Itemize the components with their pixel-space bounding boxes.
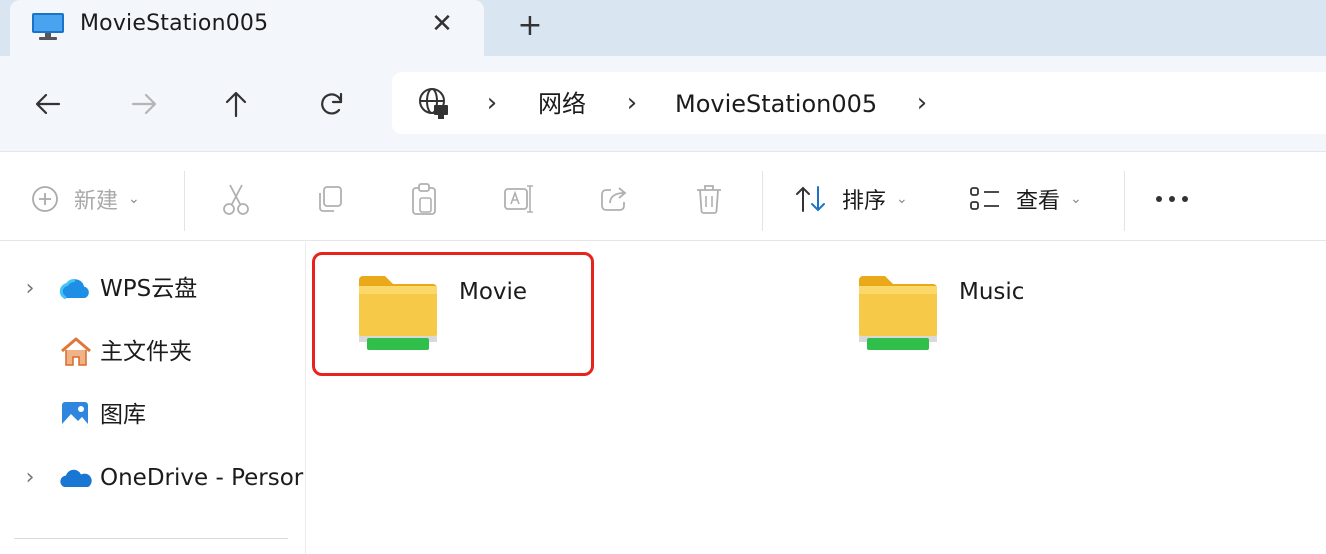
- network-folder-icon: [859, 276, 937, 350]
- clipboard-icon: [412, 183, 436, 215]
- breadcrumb-moviestation005[interactable]: MovieStation005: [675, 88, 877, 120]
- chevron-right-icon[interactable]: ›: [18, 463, 42, 493]
- monitor-icon: [32, 13, 64, 40]
- breadcrumb-chevron-icon[interactable]: ›: [910, 87, 934, 119]
- close-icon[interactable]: ✕: [426, 8, 458, 40]
- sidebar-item-gallery[interactable]: 图库: [0, 390, 305, 440]
- arrow-right-icon[interactable]: [126, 86, 162, 122]
- sidebar-item-label: OneDrive - Persor: [100, 465, 304, 491]
- cut-button[interactable]: [220, 181, 252, 217]
- onedrive-icon: [60, 469, 92, 487]
- plus-circle-icon: [32, 186, 58, 212]
- file-list: Movie Music: [307, 242, 1326, 554]
- network-globe-icon: [419, 88, 448, 119]
- gallery-icon: [62, 402, 88, 428]
- home-icon: [61, 337, 91, 366]
- new-label: 新建: [74, 189, 119, 214]
- breadcrumb-chevron-icon[interactable]: ›: [480, 87, 504, 119]
- toolbar-divider: [1124, 171, 1125, 231]
- sort-button[interactable]: 排序 ⌄: [794, 181, 908, 217]
- sidebar-item-wps-cloud[interactable]: › WPS云盘: [0, 264, 305, 314]
- sidebar-item-label: 图库: [100, 402, 146, 428]
- chevron-down-icon: ⌄: [896, 191, 908, 207]
- share-button[interactable]: [598, 181, 630, 217]
- folder-name: Music: [959, 279, 1025, 305]
- copy-button[interactable]: [314, 181, 346, 217]
- sidebar-divider: [14, 538, 288, 539]
- selection-highlight: [312, 252, 594, 376]
- toolbar-divider: [184, 171, 185, 231]
- chevron-down-icon: ⌄: [128, 191, 140, 207]
- rename-icon: [504, 185, 533, 213]
- navigation-bar: › 网络 › MovieStation005 ›: [0, 56, 1326, 152]
- tab-moviestation005[interactable]: MovieStation005 ✕: [10, 0, 484, 56]
- arrow-left-icon[interactable]: [30, 86, 66, 122]
- copy-icon: [319, 186, 342, 212]
- sidebar-item-label: WPS云盘: [100, 276, 198, 302]
- rename-button[interactable]: [502, 181, 536, 217]
- breadcrumb-network[interactable]: 网络: [538, 88, 586, 120]
- delete-button[interactable]: [694, 181, 724, 217]
- navigation-pane: › WPS云盘 主文件夹 图库 › OneDrive - Persor: [0, 242, 306, 554]
- more-icon[interactable]: [1154, 181, 1190, 217]
- chevron-right-icon[interactable]: ›: [18, 274, 42, 304]
- toolbar-divider: [762, 171, 763, 231]
- command-bar: 新建 ⌄ 排序 ⌄ 查看 ⌄: [0, 153, 1326, 241]
- plus-icon[interactable]: +: [512, 8, 548, 44]
- address-bar[interactable]: › 网络 › MovieStation005 ›: [392, 72, 1326, 134]
- share-icon: [601, 187, 627, 211]
- refresh-icon[interactable]: [314, 86, 350, 122]
- cloud-icon: [59, 279, 89, 300]
- scissors-icon: [223, 184, 249, 215]
- paste-button[interactable]: [408, 181, 440, 217]
- new-button[interactable]: 新建 ⌄: [30, 181, 140, 217]
- sort-label: 排序: [842, 189, 887, 214]
- sidebar-item-label: 主文件夹: [100, 339, 192, 365]
- sort-icon: [796, 186, 825, 212]
- arrow-up-icon[interactable]: [218, 86, 254, 122]
- view-label: 查看: [1016, 189, 1061, 214]
- trash-icon: [697, 185, 721, 214]
- folder-item-music[interactable]: Music: [815, 246, 1095, 366]
- tab-strip: MovieStation005 ✕ +: [0, 0, 1326, 56]
- sidebar-item-home[interactable]: 主文件夹: [0, 327, 305, 377]
- tab-title: MovieStation005: [80, 11, 269, 36]
- breadcrumb-chevron-icon[interactable]: ›: [620, 87, 644, 119]
- view-button[interactable]: 查看 ⌄: [968, 181, 1082, 217]
- view-icon: [970, 187, 999, 210]
- sidebar-item-onedrive[interactable]: › OneDrive - Persor: [0, 453, 305, 503]
- chevron-down-icon: ⌄: [1070, 191, 1082, 207]
